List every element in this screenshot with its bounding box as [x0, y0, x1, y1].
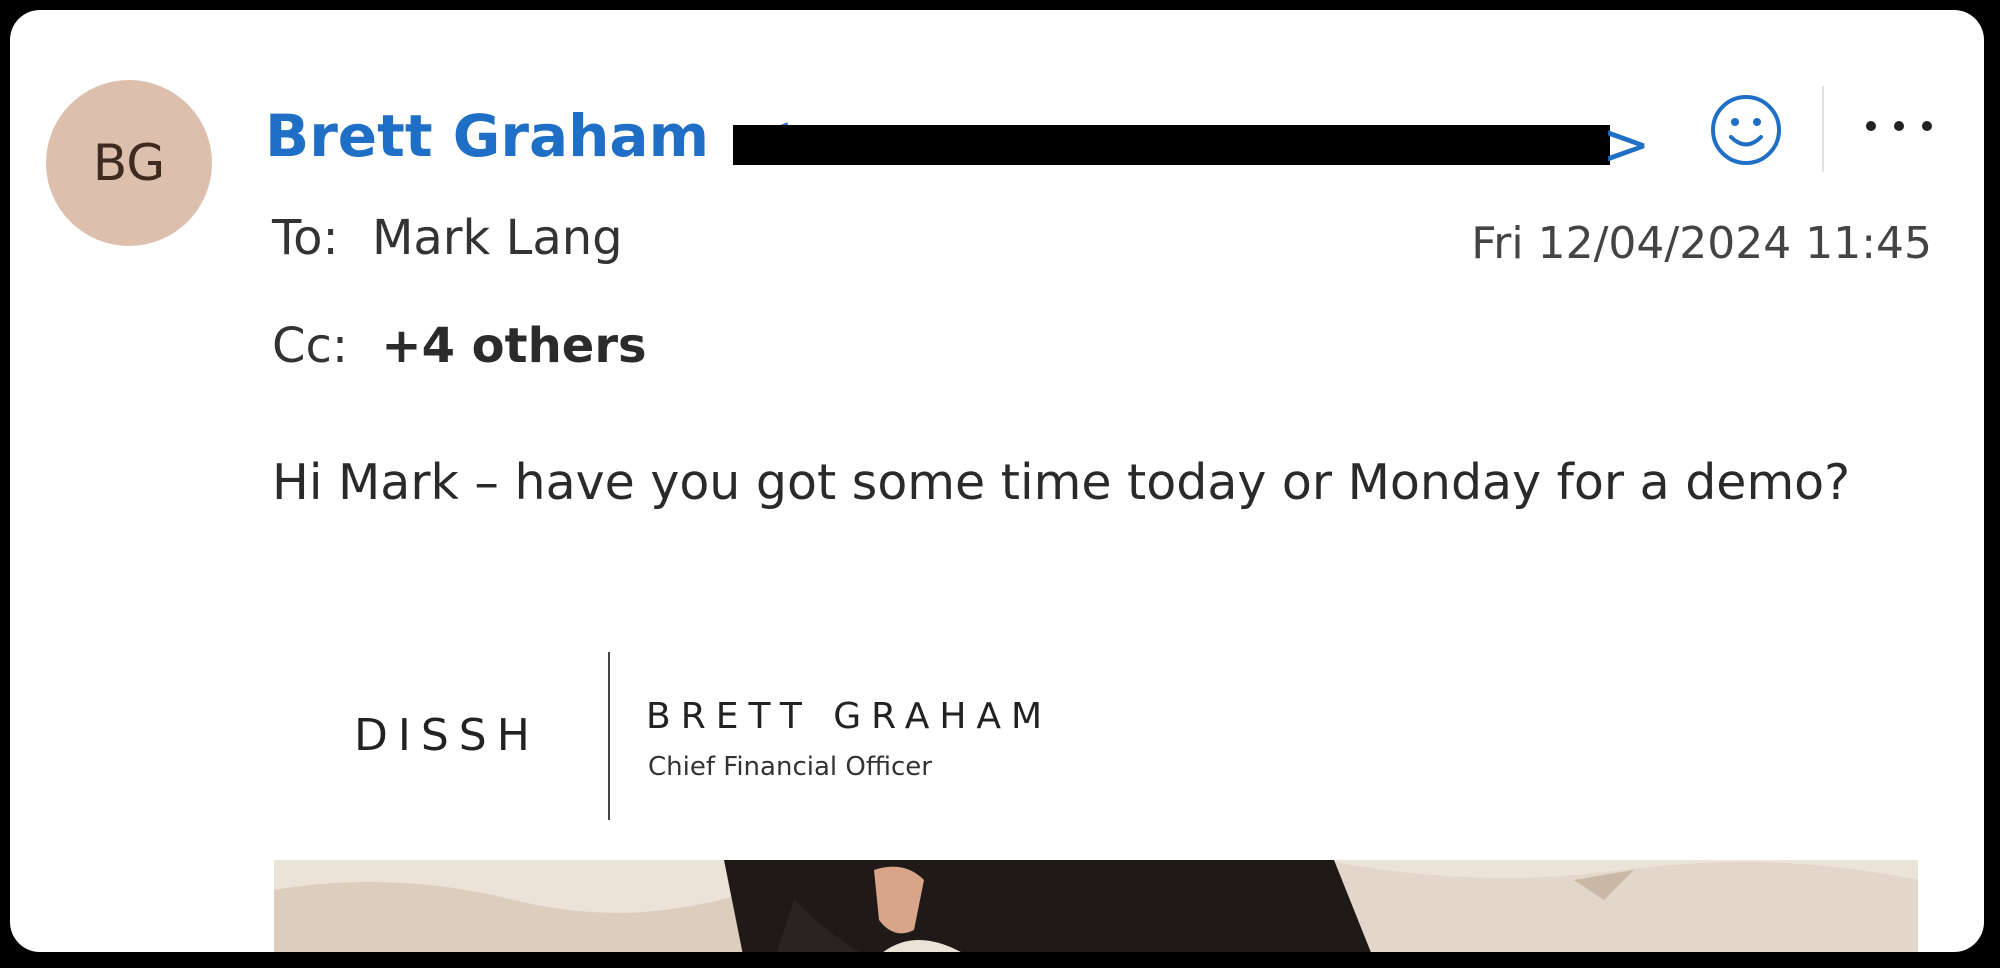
- cc-others-link[interactable]: +4 others: [381, 318, 646, 374]
- sender-name[interactable]: Brett Graham: [265, 102, 709, 170]
- redacted-email-address: [733, 125, 1610, 165]
- email-signature: DISSH BRETT GRAHAM Chief Financial Offic…: [272, 650, 1172, 822]
- signature-banner-image: [274, 860, 1918, 952]
- to-recipient[interactable]: Mark Lang: [372, 210, 623, 266]
- to-row: To: Mark Lang: [272, 210, 623, 266]
- more-horizontal-icon: [1866, 121, 1876, 131]
- cc-label: Cc:: [272, 318, 349, 374]
- signature-name: BRETT GRAHAM: [646, 696, 1053, 737]
- sent-timestamp: Fri 12/04/2024 11:45: [1471, 218, 1932, 269]
- company-logo: DISSH: [354, 710, 540, 761]
- message-body: Hi Mark – have you got some time today o…: [272, 454, 1851, 511]
- toolbar-divider: [1822, 86, 1824, 172]
- more-actions-button[interactable]: [1866, 106, 1932, 146]
- to-label: To:: [272, 210, 339, 266]
- signature-divider: [608, 652, 610, 820]
- cc-row: Cc: +4 others: [272, 318, 647, 374]
- react-button[interactable]: [1708, 92, 1784, 168]
- sender-line[interactable]: Brett Graham <: [265, 102, 794, 170]
- signature-title: Chief Financial Officer: [648, 752, 932, 782]
- email-reading-pane: BG Brett Graham < > To: Mark Lang Fri 12…: [10, 10, 1984, 952]
- smiley-icon: [1711, 95, 1781, 165]
- avatar[interactable]: BG: [46, 80, 212, 246]
- sender-email-close: >: [1602, 110, 1651, 178]
- avatar-initials: BG: [92, 134, 166, 192]
